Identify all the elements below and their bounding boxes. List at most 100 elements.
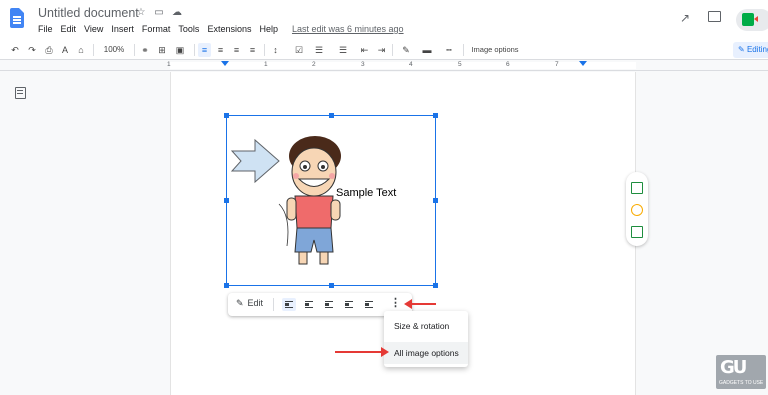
last-edit-link[interactable]: Last edit was 6 minutes ago bbox=[292, 24, 409, 34]
left-indent-marker[interactable] bbox=[221, 61, 229, 66]
align-left-icon[interactable]: ≡ bbox=[198, 43, 211, 57]
title-bar: Untitled document ☆ ▭ ☁ File Edit View I… bbox=[0, 0, 768, 40]
menu-tools[interactable]: Tools bbox=[178, 24, 204, 34]
behind-text-icon bbox=[345, 301, 353, 308]
redo-icon[interactable]: ↷ bbox=[26, 43, 38, 57]
image-options-menu: Size & rotation All image options bbox=[384, 311, 468, 367]
image-sample-text: Sample Text bbox=[336, 187, 397, 199]
docs-logo-icon[interactable] bbox=[10, 8, 24, 28]
emoji-reaction-icon[interactable] bbox=[631, 204, 643, 216]
resize-handle[interactable] bbox=[329, 283, 334, 288]
annotation-arrow-left bbox=[404, 299, 436, 309]
title-actions: ☆ ▭ ☁ bbox=[134, 7, 184, 18]
increase-indent-icon[interactable]: ⇥ bbox=[375, 43, 388, 57]
divider bbox=[463, 44, 464, 56]
behind-text-button[interactable] bbox=[342, 298, 356, 311]
ruler-number: 1 bbox=[167, 61, 171, 68]
suggest-edits-icon[interactable] bbox=[631, 226, 643, 238]
selected-image[interactable] bbox=[224, 113, 438, 288]
edit-image-label: Edit bbox=[247, 298, 264, 308]
resize-handle[interactable] bbox=[224, 198, 229, 203]
zoom-select[interactable]: 100% bbox=[99, 43, 129, 57]
more-options-icon[interactable]: ⋮ bbox=[390, 296, 401, 309]
divider bbox=[134, 44, 135, 56]
meet-camera-icon bbox=[742, 13, 758, 26]
menu-extensions[interactable]: Extensions bbox=[207, 24, 256, 34]
document-title[interactable]: Untitled document bbox=[38, 6, 139, 20]
resize-handle[interactable] bbox=[224, 283, 229, 288]
menu-item-size-rotation[interactable]: Size & rotation bbox=[384, 315, 468, 337]
watermark-mark: GU bbox=[720, 357, 747, 378]
ruler-number: 7 bbox=[555, 61, 559, 68]
checklist-icon[interactable]: ☑ bbox=[290, 43, 308, 57]
move-folder-icon[interactable]: ▭ bbox=[152, 7, 166, 18]
inline-icon bbox=[285, 301, 293, 308]
cloud-status-icon[interactable]: ☁ bbox=[170, 7, 184, 18]
wrap-text-button[interactable] bbox=[302, 298, 316, 311]
in-front-of-text-button[interactable] bbox=[362, 298, 376, 311]
ruler-number: 3 bbox=[361, 61, 365, 68]
line-spacing-icon[interactable]: ↕ bbox=[269, 43, 282, 57]
print-icon[interactable]: ⎙ bbox=[43, 43, 55, 57]
comment-history-icon[interactable] bbox=[708, 11, 721, 22]
menu-help[interactable]: Help bbox=[259, 24, 283, 34]
menu-view[interactable]: View bbox=[84, 24, 108, 34]
resize-handle[interactable] bbox=[433, 283, 438, 288]
editing-mode-label: Editing bbox=[746, 45, 768, 54]
align-center-icon[interactable]: ≡ bbox=[214, 43, 227, 57]
numbered-list-icon[interactable]: ☰ bbox=[334, 43, 352, 57]
align-justify-icon[interactable]: ≡ bbox=[246, 43, 259, 57]
divider bbox=[264, 44, 265, 56]
break-text-icon bbox=[325, 301, 333, 308]
image-options-button[interactable]: Image options bbox=[470, 43, 520, 57]
divider bbox=[194, 44, 195, 56]
break-text-button[interactable] bbox=[322, 298, 336, 311]
add-comment-icon[interactable] bbox=[631, 182, 643, 194]
right-indent-marker[interactable] bbox=[579, 61, 587, 66]
editing-mode-button[interactable]: ✎ Editing bbox=[733, 42, 768, 58]
align-right-icon[interactable]: ≡ bbox=[230, 43, 243, 57]
annotation-arrow-right bbox=[335, 347, 389, 357]
menu-format[interactable]: Format bbox=[142, 24, 176, 34]
bulleted-list-icon[interactable]: ☰ bbox=[310, 43, 328, 57]
resize-handle[interactable] bbox=[433, 113, 438, 118]
ruler-page-area bbox=[170, 62, 636, 69]
cartoon-illustration bbox=[230, 136, 341, 265]
undo-icon[interactable]: ↶ bbox=[9, 43, 21, 57]
formatting-toolbar: ↶ ↷ ⎙ A ⌂ 100% ⚭ ⊞ ▣ ≡ ≡ ≡ ≡ ↕ ☑ ☰ ☰ ⇤ ⇥… bbox=[0, 40, 768, 60]
ruler-number: 4 bbox=[409, 61, 413, 68]
ruler-number: 6 bbox=[506, 61, 510, 68]
decrease-indent-icon[interactable]: ⇤ bbox=[358, 43, 371, 57]
resize-handle[interactable] bbox=[224, 113, 229, 118]
border-weight-icon[interactable]: ▬ bbox=[418, 43, 436, 57]
menu-item-all-image-options[interactable]: All image options bbox=[384, 342, 468, 364]
in-front-text-icon bbox=[365, 301, 373, 308]
resize-handle[interactable] bbox=[329, 113, 334, 118]
activity-dashboard-icon[interactable]: ↗ bbox=[680, 11, 690, 25]
menu-insert[interactable]: Insert bbox=[111, 24, 139, 34]
divider bbox=[273, 298, 274, 311]
border-dash-icon[interactable]: ┅ bbox=[440, 43, 458, 57]
side-quick-actions bbox=[626, 172, 648, 246]
wrap-inline-button[interactable] bbox=[282, 298, 296, 311]
ruler-number: 2 bbox=[312, 61, 316, 68]
divider bbox=[93, 44, 94, 56]
watermark-text: GADGETS TO USE bbox=[719, 380, 764, 386]
menu-file[interactable]: File bbox=[38, 24, 58, 34]
divider bbox=[392, 44, 393, 56]
paint-format-icon[interactable]: ⌂ bbox=[75, 43, 87, 57]
star-icon[interactable]: ☆ bbox=[134, 7, 148, 18]
menu-edit[interactable]: Edit bbox=[61, 24, 82, 34]
menu-bar: File Edit View Insert Format Tools Exten… bbox=[38, 24, 412, 34]
edit-image-button[interactable]: ✎ Edit bbox=[236, 298, 263, 309]
ruler-number: 5 bbox=[458, 61, 462, 68]
link-icon[interactable]: ⚭ bbox=[139, 43, 151, 57]
document-outline-icon[interactable] bbox=[15, 87, 26, 99]
border-color-icon[interactable]: ✎ bbox=[397, 43, 415, 57]
wrap-text-icon bbox=[305, 301, 313, 308]
add-comment-icon[interactable]: ⊞ bbox=[156, 43, 168, 57]
insert-image-icon[interactable]: ▣ bbox=[171, 43, 189, 57]
resize-handle[interactable] bbox=[433, 198, 438, 203]
watermark-logo: GU GADGETS TO USE bbox=[716, 355, 766, 389]
spellcheck-icon[interactable]: A bbox=[59, 43, 71, 57]
